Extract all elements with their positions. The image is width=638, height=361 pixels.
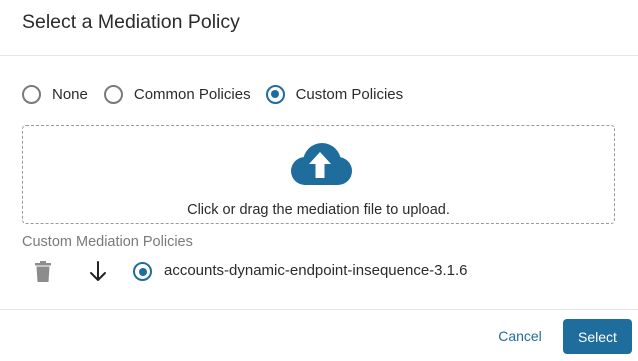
trash-icon[interactable] <box>35 261 51 282</box>
list-item: accounts-dynamic-endpoint-insequence-3.1… <box>22 258 615 286</box>
dialog-title: Select a Mediation Policy <box>22 11 240 33</box>
select-button[interactable]: Select <box>563 319 632 354</box>
radio-option-none[interactable]: None <box>22 84 88 104</box>
policy-type-radio-group: None Common Policies Custom Policies <box>22 83 403 105</box>
custom-policies-heading: Custom Mediation Policies <box>22 234 193 250</box>
radio-label-common-policies: Common Policies <box>133 85 251 103</box>
radio-none[interactable] <box>22 84 41 104</box>
cancel-button[interactable]: Cancel <box>489 319 551 353</box>
mediation-policy-dialog: Select a Mediation Policy None Common Po… <box>0 0 638 361</box>
radio-custom-policies[interactable] <box>265 84 285 104</box>
policy-select-radio[interactable] <box>133 262 152 281</box>
download-arrow-icon[interactable] <box>89 261 107 282</box>
upload-instructions: Click or drag the mediation file to uplo… <box>187 202 450 218</box>
footer-divider <box>0 309 638 310</box>
upload-dropzone[interactable]: Click or drag the mediation file to uplo… <box>22 125 615 224</box>
cloud-upload-icon <box>291 143 352 185</box>
radio-common-policies[interactable] <box>103 84 123 104</box>
header-divider <box>0 55 638 56</box>
policy-name: accounts-dynamic-endpoint-insequence-3.1… <box>164 262 468 279</box>
radio-label-none: None <box>52 85 88 103</box>
radio-option-custom-policies[interactable]: Custom Policies <box>265 84 404 104</box>
radio-option-common-policies[interactable]: Common Policies <box>103 84 251 104</box>
radio-label-custom-policies: Custom Policies <box>295 85 404 103</box>
